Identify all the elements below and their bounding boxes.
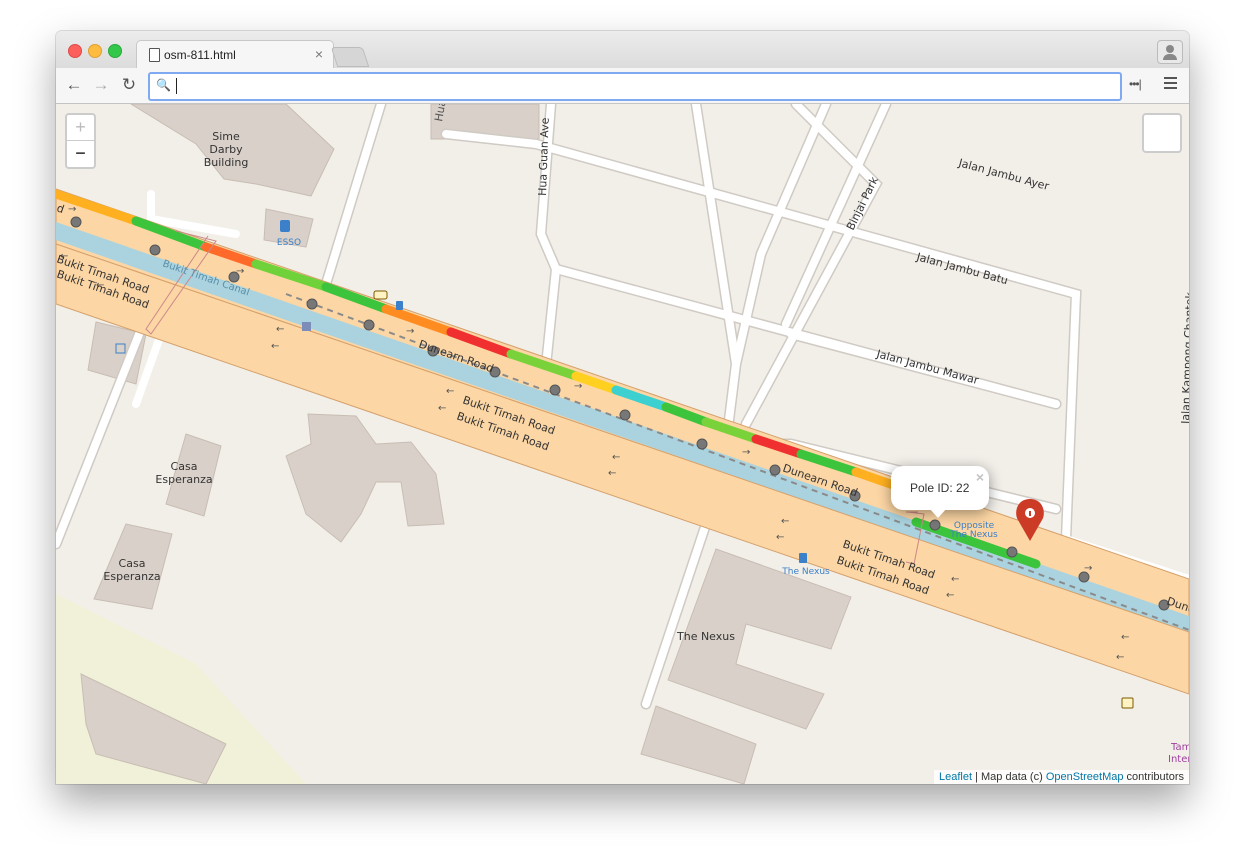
label-tam: Tam: [1170, 742, 1189, 753]
label-the-nexus: The Nexus: [676, 630, 735, 643]
map-canvas[interactable]: →→→ →→→ ←←← ←←← ←←← ←←← ←← Sime Darby Bu…: [56, 104, 1189, 784]
tab-title: osm-811.html: [164, 48, 236, 62]
document-icon: [149, 48, 160, 62]
tab-osm[interactable]: osm-811.html ×: [136, 40, 334, 69]
more-icon[interactable]: •••|: [1129, 77, 1142, 91]
stop-icon: [302, 322, 311, 331]
browser-toolbar: ← → ↻ 🔍 •••|: [56, 68, 1189, 104]
building-bottom: [640, 705, 757, 784]
label-jambu-mawar: Jalan Jambu Mawar: [874, 347, 980, 387]
label-the-nexus-bus: The Nexus: [781, 567, 830, 577]
layers-button[interactable]: [1142, 113, 1182, 153]
label-sime-darby-3: Building: [204, 156, 249, 169]
svg-text:←: ←: [276, 324, 284, 335]
attribution-end: contributors: [1123, 771, 1184, 783]
svg-text:←: ←: [951, 574, 959, 585]
maximize-window-button[interactable]: [108, 44, 122, 58]
label-jambu-ayer: Jalan Jambu Ayer: [956, 156, 1051, 193]
back-button[interactable]: ←: [64, 75, 84, 95]
zoom-control: + −: [65, 113, 96, 169]
svg-text:←: ←: [776, 532, 784, 543]
forward-button[interactable]: →: [91, 75, 111, 95]
svg-text:←: ←: [608, 468, 616, 479]
map-attribution: Leaflet | Map data (c) OpenStreetMap con…: [934, 770, 1189, 784]
svg-text:←: ←: [438, 403, 446, 414]
svg-text:←: ←: [1121, 632, 1129, 643]
zoom-out-button[interactable]: −: [67, 141, 94, 166]
bus-stop-icon: [396, 301, 403, 310]
label-sime-darby: Sime: [212, 130, 240, 143]
svg-text:→: →: [1084, 563, 1092, 574]
svg-text:→: →: [68, 204, 76, 215]
leaflet-link[interactable]: Leaflet: [939, 771, 972, 783]
pole-popup: Pole ID: 22 ×: [891, 466, 989, 518]
label-sime-darby-2: Darby: [209, 143, 243, 156]
bukit-timah-road: [56, 243, 1189, 695]
text-cursor: [176, 78, 177, 94]
popup-close-button[interactable]: ×: [976, 469, 984, 485]
svg-text:←: ←: [612, 452, 620, 463]
menu-icon[interactable]: [1164, 77, 1177, 89]
building-complex: [285, 413, 445, 543]
tab-close-icon[interactable]: ×: [315, 46, 323, 62]
svg-text:←: ←: [946, 590, 954, 601]
popup-tip: [929, 508, 947, 518]
svg-text:→: →: [574, 381, 582, 392]
osm-link[interactable]: OpenStreetMap: [1046, 771, 1124, 783]
zoom-in-button[interactable]: +: [67, 115, 94, 141]
camera-icon-2: [1121, 697, 1134, 709]
label-opp-nexus-2: The Nexus: [949, 530, 998, 540]
label-hua-guan-ave: Hua Guan Ave: [536, 117, 552, 196]
browser-window: osm-811.html × ← → ↻ 🔍 •••| → → → → → → …: [56, 31, 1189, 784]
svg-text:→: →: [406, 326, 414, 337]
search-icon: 🔍: [156, 78, 171, 92]
minimize-window-button[interactable]: [88, 44, 102, 58]
label-casa-1b: Esperanza: [155, 473, 212, 486]
label-inter: Inter: [1168, 754, 1189, 765]
fuel-icon: [280, 220, 290, 232]
profile-button[interactable]: [1157, 40, 1183, 64]
popup-text: Pole ID: 22: [910, 481, 970, 495]
attribution-text: | Map data (c): [972, 771, 1046, 783]
label-kampong: Jalan Kampong Chantek: [1179, 291, 1189, 425]
camera-icon: [373, 290, 388, 300]
close-window-button[interactable]: [68, 44, 82, 58]
reload-button[interactable]: ↻: [119, 75, 139, 95]
svg-text:←: ←: [781, 516, 789, 527]
svg-text:←: ←: [271, 341, 279, 352]
map-view[interactable]: →→→ →→→ ←←← ←←← ←←← ←←← ←←: [56, 104, 1189, 784]
svg-text:←: ←: [446, 386, 454, 397]
label-casa-1: Casa: [171, 460, 198, 473]
address-bar[interactable]: 🔍: [148, 72, 1122, 101]
label-casa-2b: Esperanza: [103, 570, 160, 583]
bus-stop-nexus-icon: [799, 553, 807, 563]
title-bar: osm-811.html ×: [56, 31, 1189, 69]
label-casa-2: Casa: [119, 557, 146, 570]
svg-text:←: ←: [1116, 652, 1124, 663]
svg-text:→: →: [742, 447, 750, 458]
new-tab-button[interactable]: [330, 47, 370, 67]
svg-text:→: →: [236, 266, 244, 277]
person-icon: [1166, 45, 1174, 53]
label-esso: ESSO: [277, 238, 301, 248]
